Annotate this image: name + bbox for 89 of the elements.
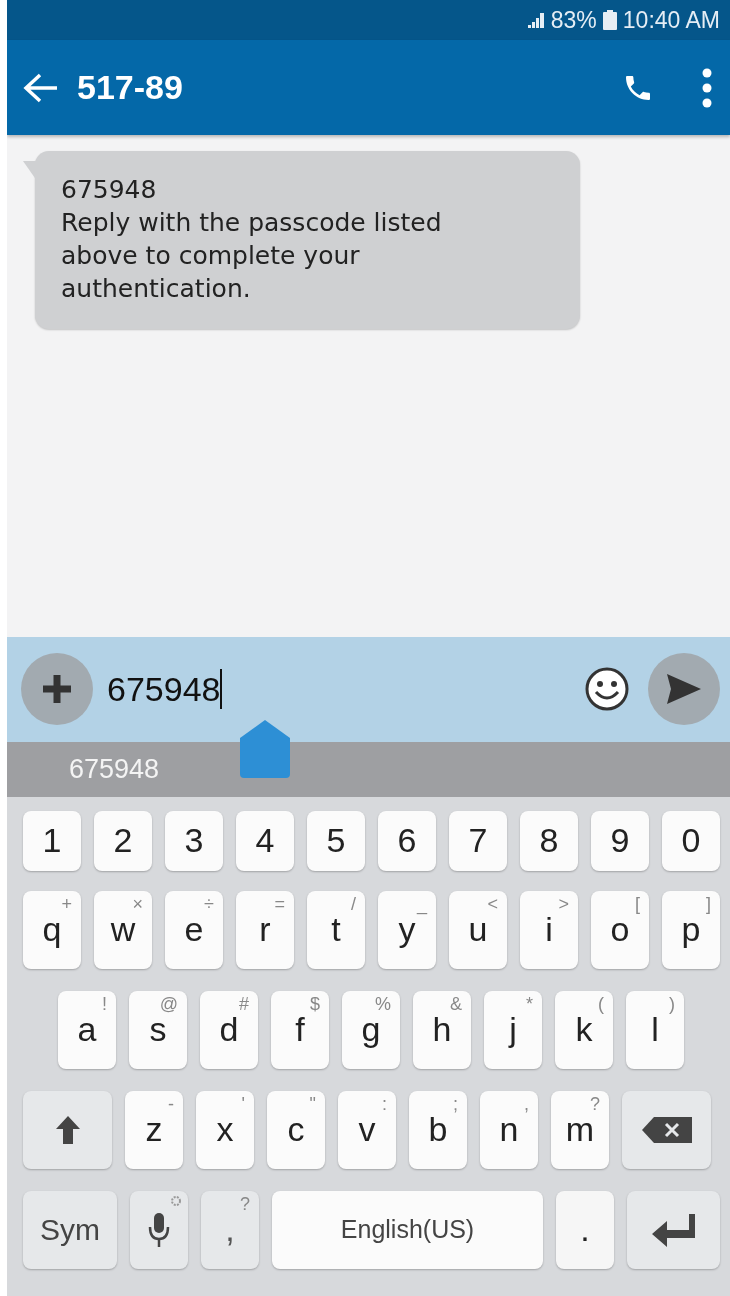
cursor-handle[interactable] [240,719,290,778]
key-hint: & [450,993,462,1015]
key-hint: ÷ [204,893,214,915]
keyboard-key[interactable]: r = [236,890,294,969]
key-hint: = [274,893,285,915]
keyboard-key[interactable]: a ! [58,990,116,1069]
keyboard-key[interactable]: 4 [236,810,294,871]
shift-key[interactable] [23,1090,112,1169]
key-hint: ) [669,993,675,1015]
key-hint: @ [159,993,178,1015]
key-hint: ? [590,1093,600,1115]
clock: 10:40 AM [622,6,720,34]
send-icon [665,672,703,706]
keyboard-key[interactable]: . [556,1190,614,1269]
key-hint: ' [241,1093,245,1115]
keyboard-key[interactable]: t / [307,890,365,969]
microphone-icon [148,1211,170,1248]
key-hint: ( [598,993,604,1015]
signal-icon [526,11,545,29]
keyboard-key[interactable]: 0 [662,810,720,871]
keyboard-key[interactable]: h & [413,990,471,1069]
battery-percent: 83% [550,6,597,34]
enter-icon [650,1211,697,1248]
space-key[interactable]: English(US) [272,1190,543,1269]
keyboard-key[interactable]: 5 [307,810,365,871]
key-hint: $ [310,993,320,1015]
mic-key[interactable] [130,1190,188,1269]
keyboard-key[interactable]: f $ [271,990,329,1069]
key-hint: ] [706,893,711,915]
gear-icon [170,1194,182,1207]
keyboard-key[interactable]: u < [449,890,507,969]
keyboard-key[interactable]: 8 [520,810,578,871]
keyboard-key[interactable]: 7 [449,810,507,871]
plus-icon [40,672,74,706]
sym-key[interactable]: Sym [23,1190,117,1269]
contact-title: 517-89 [77,68,184,107]
key-hint: _ [417,893,427,915]
key-hint: # [239,993,249,1015]
passcode-text: 675948 [61,174,158,206]
key-hint: , [524,1093,529,1115]
keyboard-key[interactable]: c " [267,1090,325,1169]
keyboard-key[interactable]: 1 [23,810,81,871]
keyboard-key[interactable]: g % [342,990,400,1069]
key-hint: ! [102,993,107,1015]
keyboard-key[interactable]: 6 [378,810,436,871]
enter-key[interactable] [627,1190,720,1269]
battery-icon [602,10,617,30]
keyboard-key[interactable]: b ; [409,1090,467,1169]
keyboard-key[interactable]: k ( [555,990,613,1069]
key-hint: - [168,1093,174,1115]
keyboard-key[interactable]: d # [200,990,258,1069]
keyboard-key[interactable]: v : [338,1090,396,1169]
keyboard-key[interactable]: o [ [591,890,649,969]
key-hint: ? [240,1193,250,1215]
key-hint: × [132,893,143,915]
backspace-icon [641,1116,692,1143]
key-hint: > [558,893,569,915]
key-hint: [ [635,893,640,915]
shift-arrow-icon [54,1114,81,1145]
keyboard-key[interactable]: q + [23,890,81,969]
keyboard-key[interactable]: e ÷ [165,890,223,969]
message-text: Reply with the passcode listed above to complete your authentication. [61,207,443,305]
keyboard-key[interactable]: l ) [626,990,684,1069]
key-hint: ; [453,1093,458,1115]
keyboard-key[interactable]: 2 [94,810,152,871]
menu-icon [702,67,712,108]
key-hint: < [487,893,498,915]
keyboard-key[interactable]: n , [480,1090,538,1169]
keyboard-key[interactable]: y _ [378,890,436,969]
key-hint: : [382,1093,387,1115]
key-hint: " [309,1093,316,1115]
back-arrow-icon [23,71,59,104]
key-hint: * [526,993,533,1015]
keyboard-key[interactable]: 3 [165,810,223,871]
backspace-key[interactable] [622,1090,711,1169]
keyboard-key[interactable]: m ? [551,1090,609,1169]
keyboard-key[interactable]: s @ [129,990,187,1069]
keyboard-key[interactable]: w × [94,890,152,969]
keyboard-key[interactable]: p ] [662,890,720,969]
key-hint: % [375,993,391,1015]
keyboard-key[interactable]: x ' [196,1090,254,1169]
keyboard-key[interactable]: j * [484,990,542,1069]
keyboard-key[interactable]: z - [125,1090,183,1169]
keyboard-key[interactable]: i > [520,890,578,969]
key-hint: / [351,893,356,915]
key-hint: + [61,893,72,915]
smiley-icon [584,666,630,712]
keyboard-key[interactable]: 9 [591,810,649,871]
keyboard-key[interactable]: , ? [201,1190,259,1269]
